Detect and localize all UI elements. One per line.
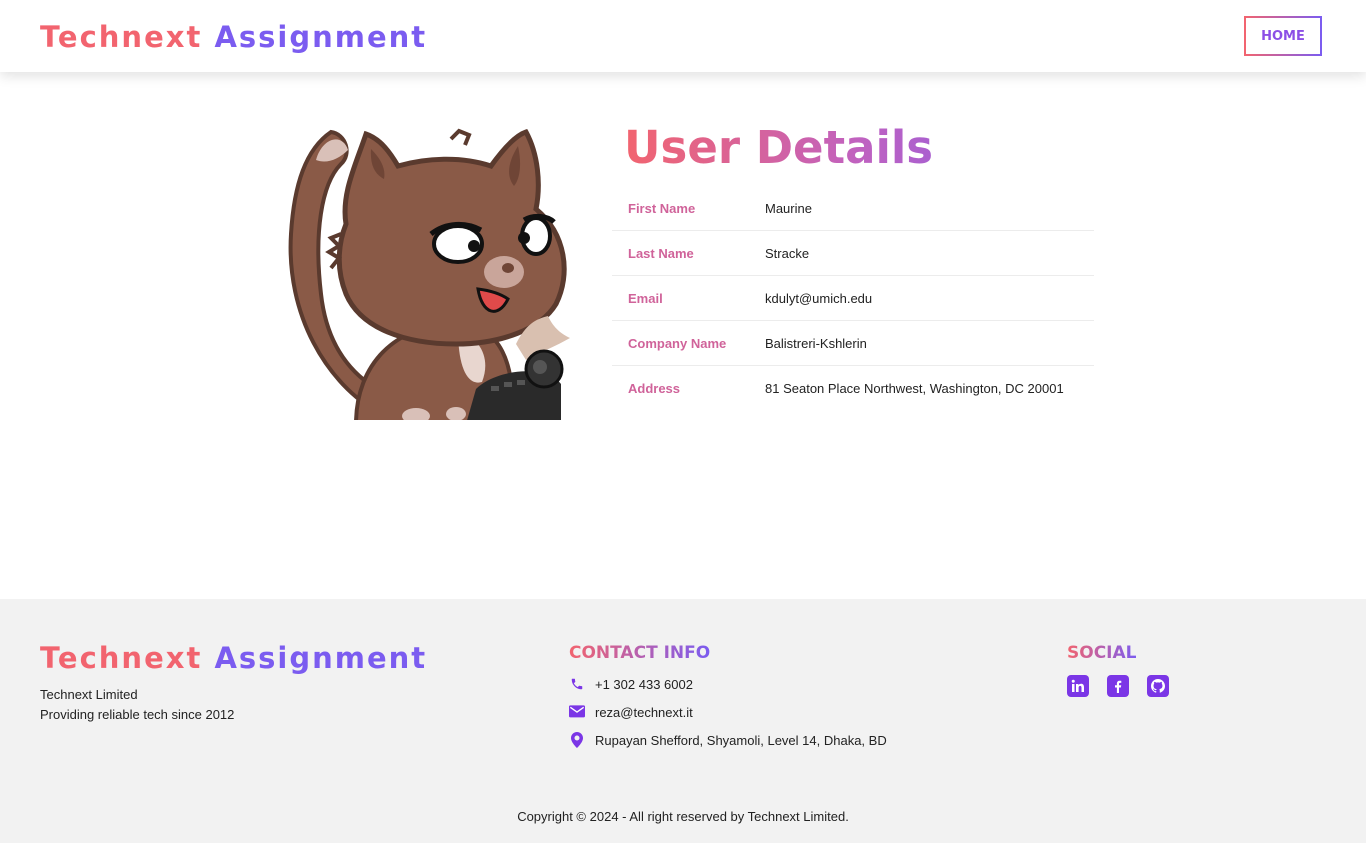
contact-address[interactable]: Rupayan Shefford, Shyamoli, Level 14, Dh… — [569, 732, 887, 748]
footer-brand-logo[interactable]: Technext Assignment — [40, 639, 427, 677]
email-text: reza@technext.it — [595, 704, 693, 720]
contact-email[interactable]: reza@technext.it — [569, 704, 693, 720]
address-text: Rupayan Shefford, Shyamoli, Level 14, Dh… — [595, 732, 887, 748]
company-tagline: Providing reliable tech since 2012 — [40, 707, 235, 722]
detail-value: kdulyt@umich.edu — [765, 290, 873, 306]
copyright-text: Copyright © 2024 - All right reserved by… — [517, 809, 849, 824]
brand-text-part2: Assignment — [214, 20, 428, 54]
detail-label: First Name — [628, 200, 696, 216]
detail-value: Balistreri-Kshlerin — [765, 335, 867, 351]
home-button[interactable]: HOME — [1244, 16, 1322, 56]
phone-text: +1 302 433 6002 — [595, 676, 693, 692]
brand-text-part1: Technext — [40, 20, 203, 54]
mail-icon — [569, 704, 585, 720]
user-avatar-illustration — [286, 124, 576, 420]
detail-row-last-name: Last Name Stracke — [612, 231, 1094, 276]
phone-icon — [569, 676, 585, 692]
contact-info-heading: CONTACT INFO — [569, 643, 711, 663]
detail-row-company-name: Company Name Balistreri-Kshlerin — [612, 321, 1094, 366]
detail-row-email: Email kdulyt@umich.edu — [612, 276, 1094, 321]
detail-row-first-name: First Name Maurine — [612, 186, 1094, 231]
top-navbar: Technext Assignment HOME — [0, 0, 1366, 72]
company-name: Technext Limited — [40, 687, 138, 702]
detail-value: Stracke — [765, 245, 810, 261]
location-pin-icon — [569, 732, 585, 748]
footer-brand-part1: Technext — [40, 641, 203, 675]
details-table: First Name Maurine Last Name Stracke Ema… — [612, 186, 1094, 411]
brand-logo[interactable]: Technext Assignment — [40, 18, 427, 56]
footer-company-info: Technext Limited Providing reliable tech… — [40, 685, 234, 725]
contact-phone[interactable]: +1 302 433 6002 — [569, 676, 693, 692]
detail-label: Last Name — [628, 245, 694, 261]
cat-typewriter-illustration — [288, 128, 570, 420]
social-heading: SOCIAL — [1067, 643, 1137, 663]
footer-brand-part2: Assignment — [214, 641, 428, 675]
github-icon[interactable] — [1147, 675, 1169, 697]
detail-row-address: Address 81 Seaton Place Northwest, Washi… — [612, 366, 1094, 411]
linkedin-icon[interactable] — [1067, 675, 1089, 697]
detail-label: Company Name — [628, 335, 727, 351]
detail-value: 81 Seaton Place Northwest, Washington, D… — [765, 381, 1064, 396]
site-footer: Technext Assignment Technext Limited Pro… — [0, 599, 1366, 843]
detail-label: Email — [628, 290, 663, 306]
user-details-panel: User Details First Name Maurine Last Nam… — [612, 120, 1094, 411]
social-links — [1067, 675, 1169, 697]
page-title: User Details — [624, 120, 1094, 176]
detail-value: Maurine — [765, 200, 812, 216]
detail-label: Address — [628, 381, 681, 396]
facebook-icon[interactable] — [1107, 675, 1129, 697]
